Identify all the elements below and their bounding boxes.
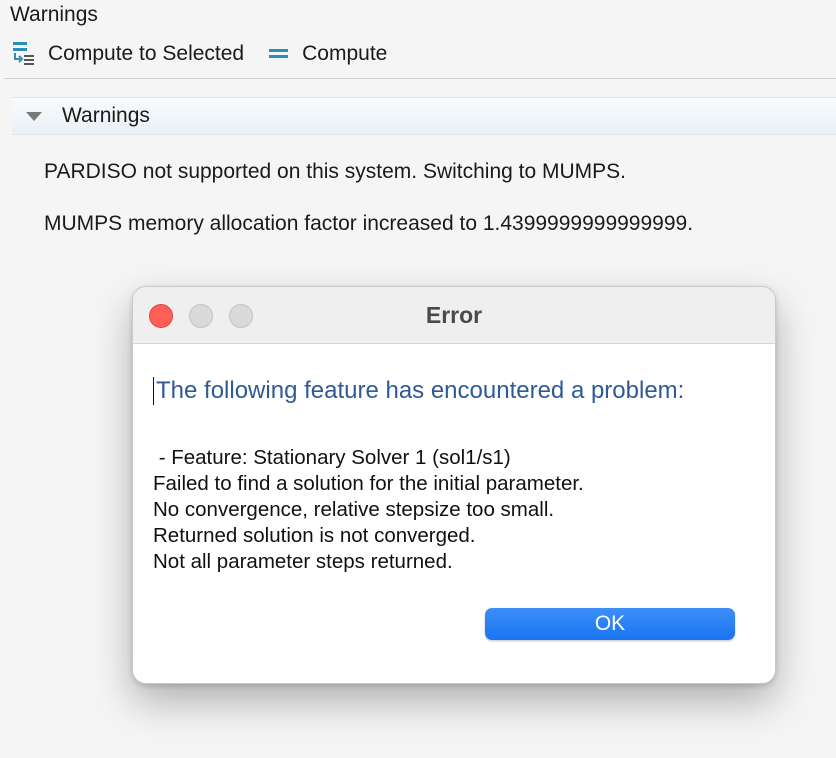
compute-button[interactable]: Compute [268, 42, 387, 66]
dialog-titlebar[interactable]: Error [133, 287, 775, 344]
compute-label: Compute [302, 42, 388, 65]
dialog-title: Error [425, 302, 483, 328]
warning-message: PARDISO not supported on this system. Sw… [44, 160, 627, 183]
error-detail-line: - Feature: Stationary Solver 1 (sol1/s1) [153, 446, 511, 469]
error-detail-line: Failed to find a solution for the initia… [153, 472, 584, 495]
ok-button[interactable]: OK [485, 608, 735, 640]
compute-to-selected-icon [12, 41, 36, 67]
warning-message: MUMPS memory allocation factor increased… [44, 212, 694, 235]
compute-icon [268, 46, 290, 62]
section-title: Warnings [62, 104, 150, 127]
error-detail-line: Returned solution is not converged. [153, 524, 476, 547]
error-details: - Feature: Stationary Solver 1 (sol1/s1)… [153, 445, 584, 575]
error-dialog: Error The following feature has encounte… [132, 286, 776, 684]
toolbar-divider [4, 78, 836, 79]
window-title: Warnings [10, 3, 98, 26]
warnings-section-header[interactable]: Warnings [12, 97, 836, 135]
error-heading: The following feature has encountered a … [153, 377, 684, 405]
error-detail-line: Not all parameter steps returned. [153, 550, 453, 573]
toolbar: Compute to Selected Compute [12, 38, 387, 70]
collapse-caret-icon[interactable] [26, 111, 42, 121]
error-detail-line: No convergence, relative stepsize too sm… [153, 498, 555, 521]
compute-to-selected-label: Compute to Selected [48, 42, 245, 65]
compute-to-selected-button[interactable]: Compute to Selected [12, 41, 244, 67]
